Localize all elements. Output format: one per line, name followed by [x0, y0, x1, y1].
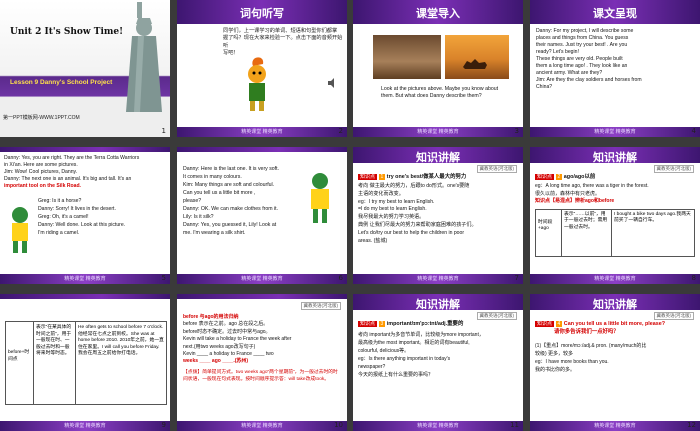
point-title: ago/ago以前	[563, 174, 596, 180]
slide-header: 知识讲解	[530, 147, 700, 164]
slide-dialog: Greg: Is it a horse? Danny: Sorry! It liv…	[38, 198, 126, 236]
slide-header: 词句听写	[177, 0, 347, 24]
knowledge-point-title: 知识点 4 Can you tell us a little bit more,…	[535, 321, 665, 328]
point-subtitle: 请你多告诉我们一点好吗？	[554, 329, 619, 335]
slide-footer: 精英课堂 精英教育	[530, 127, 700, 137]
slide-header: 知识讲解	[353, 147, 523, 164]
slide-footer: 精英课堂 精英教育	[177, 274, 347, 284]
slide-thumbnail[interactable]: 知识讲解 冀教英语(河北版) 知识点 2 ago/ago以前 eg：A long…	[530, 147, 700, 284]
slide-thumbnail[interactable]: 冀教英语(河北版) before 与ago的用法归纳 before 表示在之前。a…	[177, 294, 347, 431]
camel-icon	[463, 59, 487, 69]
publisher-badge: 冀教英语(河北版)	[653, 312, 694, 320]
page-title: Unit 2 It's Show Time!	[10, 27, 124, 37]
slide-number: 7	[514, 274, 519, 282]
slide-footer: 精英课堂 精英教育	[0, 274, 170, 284]
slide-text: 考向 做主最大的努力，后跟to do形式。one's要随 主语的变化而改变。 eg：…	[358, 183, 477, 244]
mascot-image	[248, 57, 266, 111]
table-cell: before+时间点	[6, 322, 34, 404]
slide-topbar	[177, 294, 347, 299]
publisher-badge: 冀教英语(河北版)	[300, 302, 341, 310]
mascot-image	[311, 173, 329, 223]
slide-thumbnail[interactable]: 知识讲解 冀教英语(河北版) 知识点 1 try one's best/做某人最…	[353, 147, 523, 284]
slide-text: 考向 important为多音节单词，比较级为more important， 最高…	[358, 332, 484, 378]
publisher-badge: 冀教英语(河北版)	[653, 165, 694, 173]
slide-text: Danny: For my project, I will describe s…	[536, 28, 642, 90]
slide-number: 10	[334, 421, 343, 429]
slide-header: 知识讲解	[353, 294, 523, 311]
slide-footer: 精英课堂 精英教育	[530, 274, 700, 284]
slide-text: 同学们，上一课学习的单词、短语和句型你们都掌 握了吗？现在大家来检验一下。点击下面…	[223, 28, 343, 57]
knowledge-point-title: 知识点 2 ago/ago以前	[535, 174, 595, 181]
table-cell: I bought a bike two days ago.我两天前买了一辆自行车…	[614, 212, 691, 224]
slide-thumbnail[interactable]: 课堂导入 Look at the pictures above. Maybe y…	[353, 0, 523, 137]
slide-text: (1)【重点】more/mɔː/adj.& pron. (many/much的比…	[535, 343, 647, 373]
point-number: 3	[378, 321, 386, 328]
statue-of-liberty-image	[126, 2, 162, 112]
slide-topbar	[0, 147, 170, 152]
point-tag: 知识点	[535, 174, 555, 181]
mascot-image	[12, 207, 28, 253]
slide-number: 9	[161, 421, 166, 429]
slide-text: Danny: Yes, you are right. They are the …	[4, 155, 140, 189]
point-tag: 知识点	[535, 321, 555, 328]
slide-number: 6	[338, 274, 343, 282]
table-cell: He often gets to school before 7 o'clock…	[78, 325, 164, 357]
hint-note: 【点拨】简单提问方式。two weeks ago“两个星期前”，为一般过去时的时…	[183, 370, 338, 382]
slide-thumbnail[interactable]: 知识讲解 冀教英语(河北版) 知识点 4 Can you tell us a l…	[530, 294, 700, 431]
slide-footer: 精英课堂 精英教育	[353, 127, 523, 137]
slide-footer: 精英课堂 精英教育	[530, 421, 700, 431]
slide-header: 课文呈现	[530, 0, 700, 24]
table-cell: 时间段+ago	[536, 210, 562, 256]
slide-number: 12	[687, 421, 696, 429]
slide-thumbnail[interactable]: before+时间点 表示“在某具体的时间之前”，用于一般现在时、一般过去时和一…	[0, 294, 170, 431]
slide-footer: 精英课堂 精英教育	[0, 421, 170, 431]
slide-text: eg：A long time ago, there was a tiger in…	[535, 183, 649, 204]
footer-url: 第一PPT模板网-WWW.1PPT.COM	[3, 115, 80, 121]
point-tag: 知识点	[358, 174, 378, 181]
table-cell: 表示“在某具体的时间之前”，用于一般现在时、一般过去时和一般将来时等时态。	[34, 322, 76, 404]
slide-number: 4	[691, 127, 696, 135]
slide-number: 8	[691, 274, 696, 282]
slide-thumbnail[interactable]: 词句听写 同学们，上一课学习的单词、短语和句型你们都掌 握了吗？现在大家来检验一下…	[177, 0, 347, 137]
slide-footer: 精英课堂 精英教育	[177, 127, 347, 137]
slide-caption: Look at the pictures above. Maybe you kn…	[381, 86, 499, 100]
point-number: 2	[555, 174, 563, 181]
point-title: try one's best/做某人最大的努力	[386, 174, 467, 180]
lesson-title: Lesson 9 Danny's School Project	[10, 79, 113, 86]
slide-thumbnail[interactable]: Danny: Yes, you are right. They are the …	[0, 147, 170, 284]
slide-topbar	[177, 147, 347, 152]
slide-topbar	[0, 294, 170, 299]
slide-thumbnail[interactable]: 课文呈现 Danny: For my project, I will descr…	[530, 0, 700, 137]
slide-text: before 与ago的用法归纳 before 表示在之前。ago 总在段之后。 b…	[183, 314, 292, 365]
slide-header: 知识讲解	[530, 294, 700, 311]
slide-number: 11	[510, 421, 519, 429]
point-tag: 知识点	[358, 321, 378, 328]
slide-thumbnail[interactable]: Danny: Here is the last one. It is very …	[177, 147, 347, 284]
terracotta-warriors-photo	[373, 35, 441, 79]
point-number: 4	[555, 321, 563, 328]
knowledge-point-title: 知识点 1 try one's best/做某人最大的努力	[358, 174, 466, 181]
slide-number: 1	[161, 127, 166, 135]
slide-thumbnail[interactable]: Unit 2 It's Show Time! Lesson 9 Danny's …	[0, 0, 170, 137]
table-cell: 表示“……以前”，用于一般过去时；需用一般过去时。	[562, 210, 612, 256]
point-number: 1	[378, 174, 386, 181]
comparison-table: 时间段+ago 表示“……以前”，用于一般过去时；需用一般过去时。 I boug…	[535, 209, 695, 257]
publisher-badge: 冀教英语(河北版)	[476, 312, 517, 320]
slide-footer: 精英课堂 精英教育	[353, 274, 523, 284]
audio-icon[interactable]	[327, 78, 339, 88]
point-title: Can you tell us a little bit more, pleas…	[563, 321, 666, 327]
slide-number: 2	[338, 127, 343, 135]
slide-footer: 精英课堂 精英教育	[353, 421, 523, 431]
slide-footer: 精英课堂 精英教育	[177, 421, 347, 431]
slide-text: Danny: Here is the last one. It is very …	[183, 166, 280, 236]
slide-number: 5	[161, 274, 166, 282]
slide-thumbnail[interactable]: 知识讲解 冀教英语(河北版) 知识点 3 important/ɪm'pɔːtnt…	[353, 294, 523, 431]
comparison-table: before+时间点 表示“在某具体的时间之前”，用于一般现在时、一般过去时和一…	[5, 321, 167, 405]
knowledge-point-title: 知识点 3 important/ɪm'pɔːtnt/adj.重要的	[358, 321, 463, 328]
point-title: important/ɪm'pɔːtnt/adj.重要的	[386, 321, 464, 327]
slide-header: 课堂导入	[353, 0, 523, 24]
publisher-badge: 冀教英语(河北版)	[476, 165, 517, 173]
slide-number: 3	[514, 127, 519, 135]
